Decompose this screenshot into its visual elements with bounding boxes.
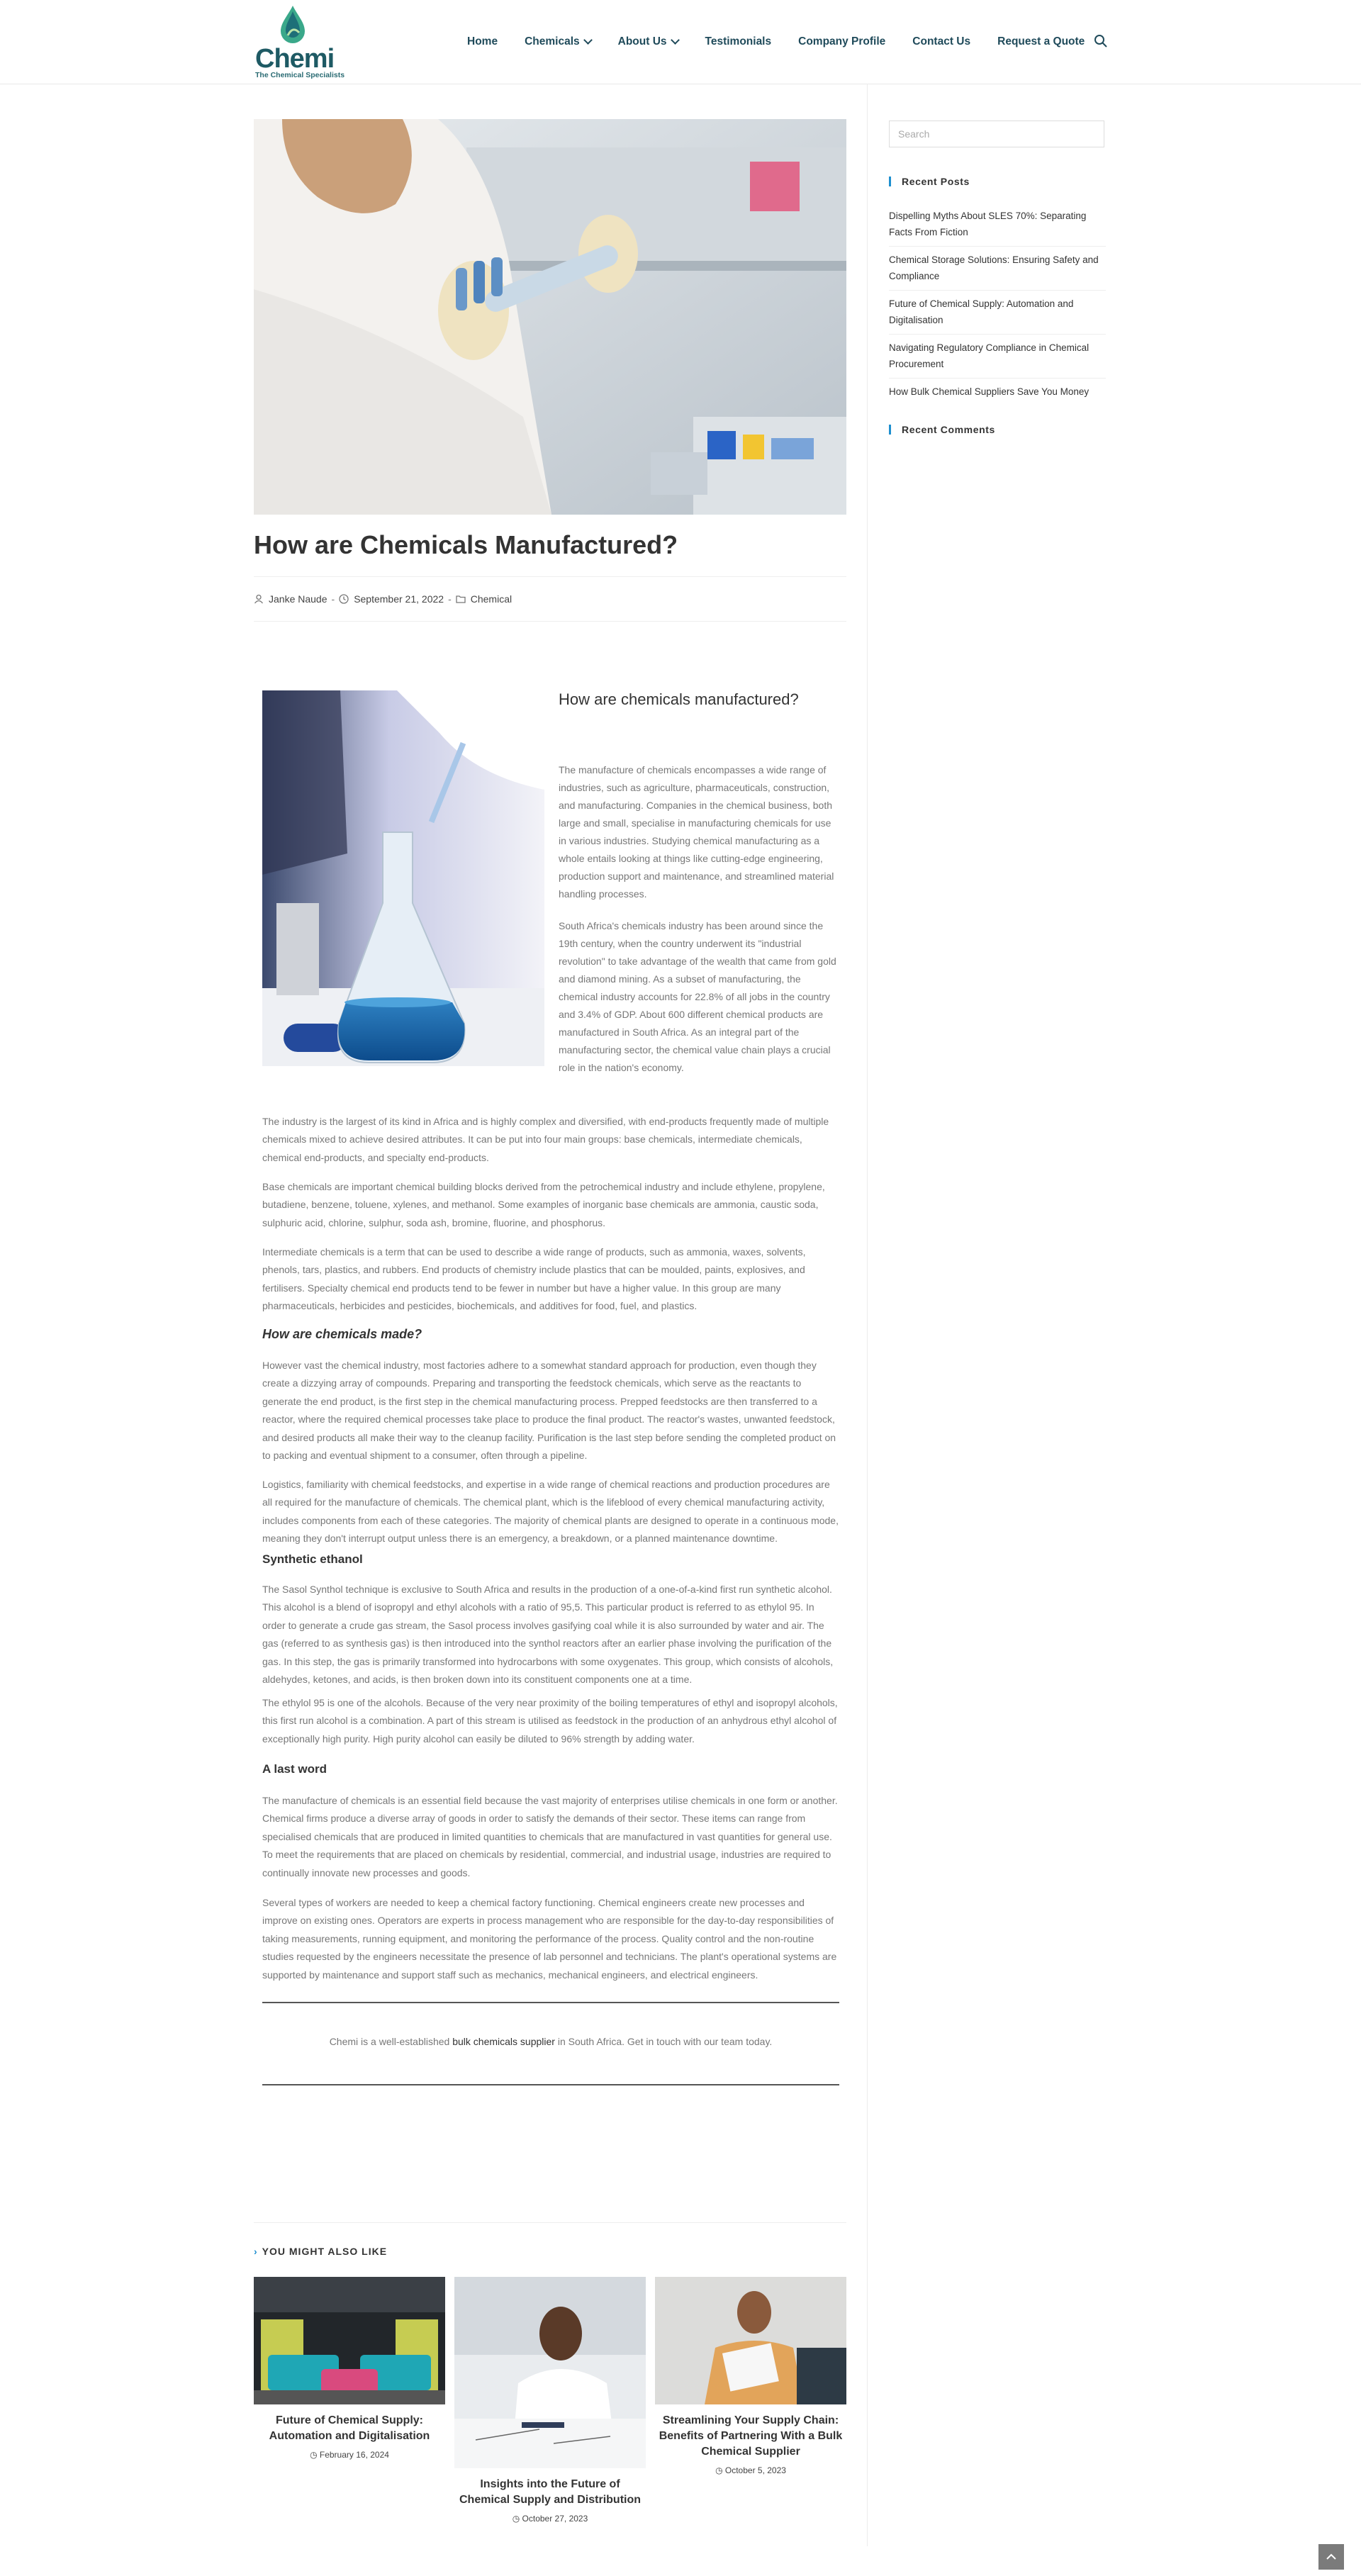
featured-image bbox=[254, 119, 846, 515]
nav-request-quote[interactable]: Request a Quote bbox=[997, 35, 1085, 48]
related-post-card[interactable]: Future of Chemical Supply: Automation an… bbox=[254, 2277, 445, 2460]
clock-icon: ◷ bbox=[512, 2514, 522, 2524]
recent-post-link[interactable]: Future of Chemical Supply: Automation an… bbox=[889, 291, 1106, 335]
article-paragraph: Base chemicals are important chemical bu… bbox=[262, 1181, 825, 1228]
recent-post-link[interactable]: Navigating Regulatory Compliance in Chem… bbox=[889, 335, 1106, 379]
related-post-title[interactable]: Streamlining Your Supply Chain: Benefits… bbox=[655, 2413, 846, 2460]
article-paragraph: Several types of workers are needed to k… bbox=[262, 1897, 837, 1981]
article-paragraph: Intermediate chemicals is a term that ca… bbox=[262, 1246, 806, 1312]
cta-text: Chemi is a well-established bulk chemica… bbox=[329, 2036, 773, 2047]
related-post-image bbox=[254, 2277, 445, 2404]
related-posts-title: › YOU MIGHT ALSO LIKE bbox=[254, 2246, 388, 2257]
section-heading-last-word: A last word bbox=[262, 1762, 327, 1776]
recent-comments-title: Recent Comments bbox=[889, 424, 995, 435]
article-paragraph: However vast the chemical industry, most… bbox=[262, 1360, 836, 1462]
related-post-date: ◷ October 5, 2023 bbox=[715, 2465, 786, 2475]
site-logo[interactable]: Chemi The Chemical Specialists bbox=[254, 3, 345, 81]
post-date: September 21, 2022 bbox=[354, 593, 444, 605]
folder-icon bbox=[456, 595, 466, 603]
related-post-image bbox=[655, 2277, 846, 2404]
related-post-card[interactable]: Streamlining Your Supply Chain: Benefits… bbox=[655, 2277, 846, 2475]
related-post-date: ◷ February 16, 2024 bbox=[310, 2450, 389, 2460]
section-heading-made: How are chemicals made? bbox=[262, 1327, 422, 1341]
article-paragraph: South Africa's chemicals industry has be… bbox=[559, 920, 836, 1073]
post-category[interactable]: Chemical bbox=[471, 593, 512, 605]
sidebar-search-input[interactable]: Search bbox=[889, 121, 1104, 147]
post-meta: Janke Naude - September 21, 2022 - Chemi… bbox=[254, 576, 846, 622]
related-post-card[interactable]: Insights into the Future of Chemical Sup… bbox=[454, 2277, 646, 2524]
divider bbox=[254, 2222, 846, 2223]
recent-posts-title: Recent Posts bbox=[889, 176, 970, 187]
article-heading: How are chemicals manufactured? bbox=[559, 690, 799, 708]
logo-tagline: The Chemical Specialists bbox=[255, 71, 345, 79]
main-nav: Home Chemicals About Us Testimonials Com… bbox=[454, 0, 1098, 84]
post-author[interactable]: Janke Naude bbox=[269, 593, 327, 605]
sidebar: Search Recent Posts Dispelling Myths Abo… bbox=[867, 84, 1109, 2546]
nav-home[interactable]: Home bbox=[467, 35, 498, 48]
clock-icon: ◷ bbox=[310, 2450, 320, 2460]
related-post-title[interactable]: Insights into the Future of Chemical Sup… bbox=[454, 2477, 646, 2508]
recent-post-link[interactable]: Chemical Storage Solutions: Ensuring Saf… bbox=[889, 247, 1106, 291]
article-flask-image bbox=[262, 690, 544, 1066]
related-post-title[interactable]: Future of Chemical Supply: Automation an… bbox=[254, 2413, 445, 2444]
clock-icon: ◷ bbox=[715, 2465, 725, 2475]
search-icon[interactable] bbox=[1093, 33, 1109, 49]
nav-chemicals[interactable]: Chemicals bbox=[525, 35, 593, 48]
related-post-date: ◷ October 27, 2023 bbox=[512, 2514, 588, 2524]
article-paragraph: The manufacture of chemicals is an essen… bbox=[262, 1795, 838, 1878]
section-heading-ethanol: Synthetic ethanol bbox=[262, 1552, 363, 1566]
article-paragraph: The Sasol Synthol technique is exclusive… bbox=[262, 1584, 834, 1686]
article-paragraph: The ethylol 95 is one of the alcohols. B… bbox=[262, 1697, 838, 1745]
nav-company-profile[interactable]: Company Profile bbox=[798, 35, 885, 48]
divider bbox=[262, 2084, 839, 2085]
logo-drop-icon bbox=[281, 6, 305, 43]
clock-icon bbox=[339, 594, 349, 604]
user-icon bbox=[254, 594, 264, 604]
site-header: Chemi The Chemical Specialists Home Chem… bbox=[0, 0, 1361, 84]
divider bbox=[262, 2002, 839, 2003]
logo-wordmark: Chemi bbox=[255, 44, 335, 74]
chevron-down-icon bbox=[583, 35, 593, 45]
article-paragraph: The industry is the largest of its kind … bbox=[262, 1116, 829, 1163]
related-post-image bbox=[454, 2277, 646, 2468]
scroll-to-top-button[interactable] bbox=[1318, 2544, 1344, 2570]
recent-post-link[interactable]: Dispelling Myths About SLES 70%: Separat… bbox=[889, 203, 1106, 247]
article-paragraph: Logistics, familiarity with chemical fee… bbox=[262, 1479, 839, 1545]
chevron-right-icon: › bbox=[254, 2246, 258, 2257]
meta-separator: - bbox=[448, 593, 452, 605]
meta-separator: - bbox=[331, 593, 335, 605]
bulk-chemicals-link[interactable]: bulk chemicals supplier bbox=[452, 2036, 555, 2047]
chevron-up-icon bbox=[1326, 2553, 1336, 2560]
recent-post-link[interactable]: How Bulk Chemical Suppliers Save You Mon… bbox=[889, 379, 1106, 405]
nav-contact-us[interactable]: Contact Us bbox=[912, 35, 970, 48]
nav-testimonials[interactable]: Testimonials bbox=[705, 35, 772, 48]
chevron-down-icon bbox=[670, 35, 680, 45]
recent-posts-list: Dispelling Myths About SLES 70%: Separat… bbox=[889, 203, 1106, 405]
article-paragraph: The manufacture of chemicals encompasses… bbox=[559, 764, 834, 900]
post-title: How are Chemicals Manufactured? bbox=[254, 530, 678, 559]
nav-about-us[interactable]: About Us bbox=[618, 35, 680, 48]
